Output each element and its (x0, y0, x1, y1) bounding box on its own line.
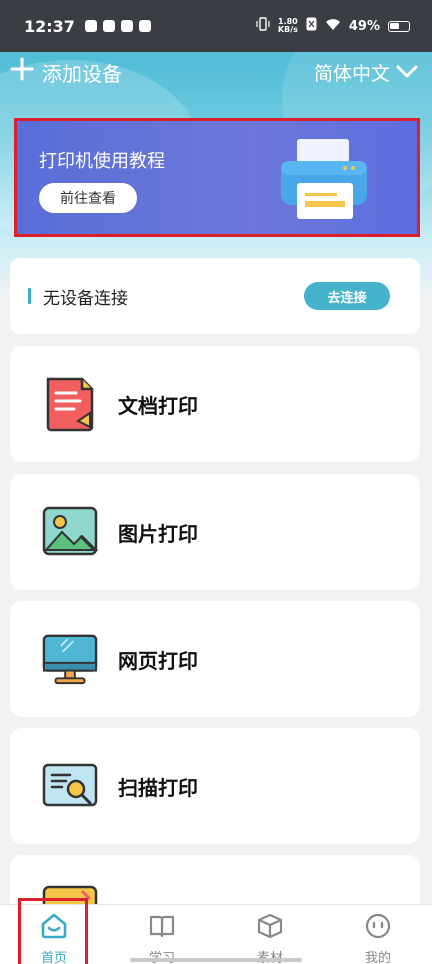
document-icon (42, 374, 98, 434)
notification-icons (84, 20, 151, 32)
language-selector[interactable]: 简体中文 (314, 59, 418, 86)
feature-card-scan-print[interactable]: 扫描打印 (10, 728, 420, 844)
battery-percent: 49% (348, 18, 380, 34)
status-time: 12:37 (24, 16, 75, 36)
face-icon (364, 913, 392, 943)
feature-label: 文档打印 (118, 393, 198, 418)
wifi-icon (325, 18, 341, 35)
view-tutorial-button[interactable]: 前往查看 (39, 183, 137, 213)
sim-off-icon (306, 17, 317, 35)
language-label: 简体中文 (313, 62, 390, 85)
nav-label: 首页 (40, 951, 67, 964)
nav-study[interactable]: 学习 (108, 905, 216, 964)
picture-icon (42, 502, 98, 562)
nav-home[interactable]: 首页 (0, 905, 108, 964)
status-right: 1.80 KB/s 49% (256, 17, 410, 35)
partial-feature-icon (42, 885, 98, 905)
feature-card-picture-print[interactable]: 图片打印 (10, 474, 420, 590)
feature-label: 网页打印 (118, 648, 198, 673)
plus-icon (10, 57, 34, 87)
device-status-text: 无设备连接 (43, 288, 128, 309)
network-speed-unit: KB/s (277, 25, 298, 34)
battery-icon (388, 20, 410, 32)
feature-label: 扫描打印 (118, 775, 198, 800)
gesture-bar (130, 958, 302, 962)
box-icon (256, 913, 284, 943)
app-notification-icon (102, 20, 115, 32)
add-device-label: 添加设备 (42, 61, 122, 86)
bottom-navigation: 首页 学习 素材 我的 (0, 904, 432, 964)
vibrate-icon (256, 17, 270, 35)
home-icon (40, 913, 68, 943)
accent-bar (28, 288, 31, 304)
feature-card-webpage-print[interactable]: 网页打印 (10, 601, 420, 717)
monitor-icon (42, 629, 98, 689)
nav-materials[interactable]: 素材 (216, 905, 324, 964)
nav-label: 我的 (364, 951, 391, 964)
printer-illustration (275, 135, 375, 227)
book-icon (148, 913, 176, 943)
connect-button[interactable]: 去连接 (304, 282, 390, 310)
feature-label: 图片打印 (118, 521, 198, 546)
banner-title: 打印机使用教程 (39, 151, 165, 172)
tutorial-banner[interactable]: 打印机使用教程 前往查看 (14, 118, 420, 237)
scan-icon (42, 756, 98, 816)
device-status-card: 无设备连接 去连接 (10, 258, 420, 334)
network-speed: 1.80 KB/s (278, 18, 298, 34)
chevron-down-icon (396, 65, 418, 79)
app-header: 添加设备 简体中文 (0, 52, 432, 92)
add-device-button[interactable]: 添加设备 (10, 57, 122, 87)
tv-icon (120, 20, 133, 32)
nav-mine[interactable]: 我的 (324, 905, 432, 964)
mail-icon (84, 20, 97, 32)
feature-card-document-print[interactable]: 文档打印 (10, 346, 420, 462)
status-bar: 12:37 1.80 KB/s 49% (0, 0, 432, 52)
link-icon (138, 20, 151, 32)
